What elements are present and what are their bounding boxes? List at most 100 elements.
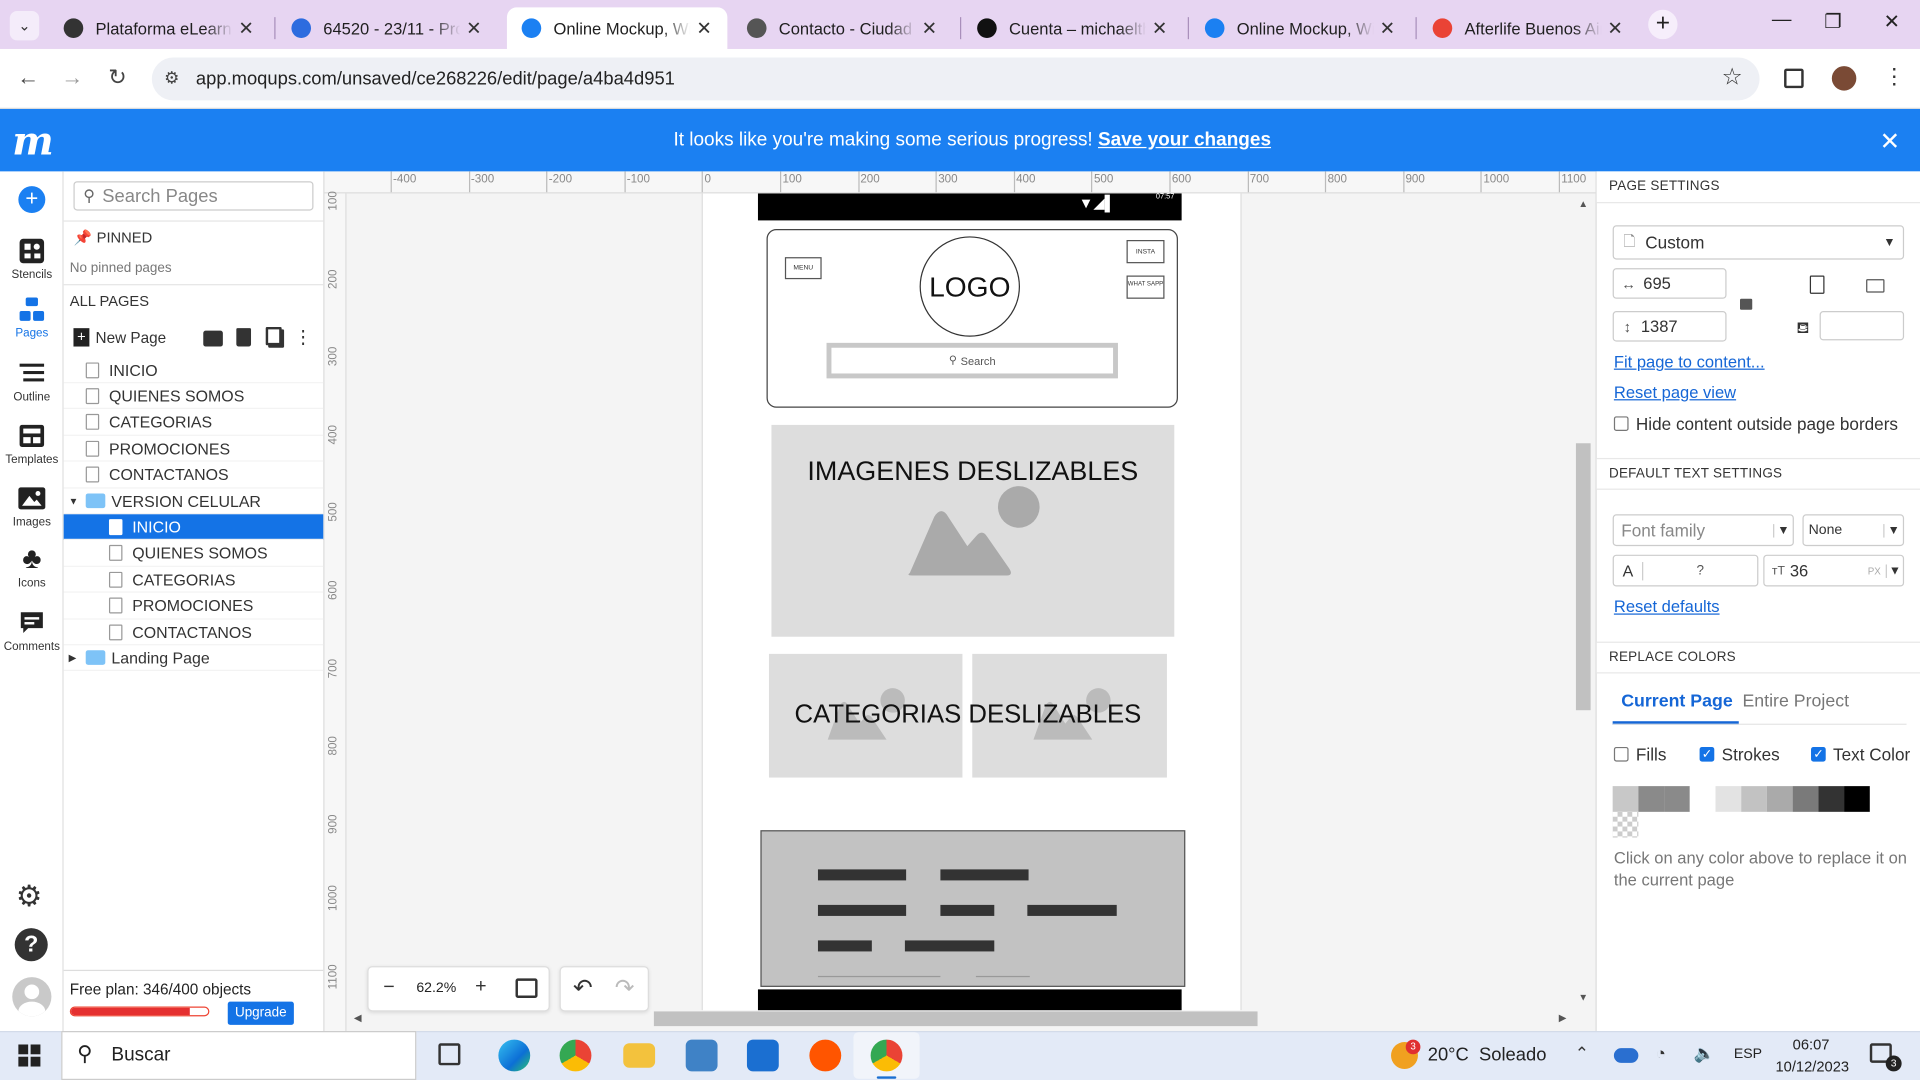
browser-tab[interactable]: Cuenta – michaeltho ✕ xyxy=(962,7,1182,49)
text-color-checkbox[interactable]: ✓ Text Color xyxy=(1811,744,1910,764)
page-item[interactable]: PROMOCIONES xyxy=(63,436,324,462)
onedrive-icon[interactable] xyxy=(1613,1048,1639,1063)
clock-time[interactable]: 06:07 xyxy=(1793,1036,1830,1053)
banner-close-icon[interactable]: ✕ xyxy=(1880,126,1901,157)
tab-search-button[interactable]: ⌄ xyxy=(9,11,40,41)
mockup-search-bar[interactable]: ⚲ Search xyxy=(826,342,1118,379)
site-info-icon[interactable]: ⚙ xyxy=(164,67,179,88)
settings-gear-icon[interactable]: ⚙ xyxy=(16,879,42,915)
search-pages-input[interactable]: ⚲ Search Pages xyxy=(73,181,314,211)
font-size-input[interactable]: тT 36 PX ▼ xyxy=(1763,554,1905,587)
scroll-right-icon[interactable]: ▶ xyxy=(1559,1013,1567,1024)
user-avatar-icon[interactable] xyxy=(12,977,52,1017)
menu-button[interactable]: MENU xyxy=(784,257,822,280)
volume-icon[interactable]: 🔈 xyxy=(1693,1043,1714,1064)
footer-block[interactable] xyxy=(760,830,1186,987)
page-item[interactable]: INICIO xyxy=(63,358,324,384)
vertical-scrollbar[interactable] xyxy=(1575,443,1591,711)
logo-circle[interactable]: LOGO xyxy=(919,236,1021,337)
color-swatch[interactable] xyxy=(1638,786,1665,812)
task-view-icon[interactable] xyxy=(438,1043,461,1066)
forward-icon[interactable]: → xyxy=(56,65,88,91)
zoom-out-button[interactable]: − xyxy=(383,977,394,999)
avatar[interactable] xyxy=(1831,66,1857,91)
help-icon[interactable]: ? xyxy=(14,928,48,962)
landscape-orientation-icon[interactable] xyxy=(1866,279,1885,293)
address-bar[interactable]: ⚙ app.moqups.com/unsaved/ce268226/edit/p… xyxy=(151,57,1760,101)
calculator-icon[interactable] xyxy=(685,1039,718,1072)
page-item[interactable]: QUIENES SOMOS xyxy=(63,541,324,567)
portrait-orientation-icon[interactable] xyxy=(1809,275,1825,294)
insta-button[interactable]: INSTA xyxy=(1126,240,1165,264)
strokes-checkbox[interactable]: ✓ Strokes xyxy=(1699,744,1780,764)
fit-screen-icon[interactable] xyxy=(515,978,538,998)
clock-date[interactable]: 10/12/2023 xyxy=(1776,1058,1850,1075)
tray-chevron-icon[interactable]: ⌃ xyxy=(1575,1043,1589,1064)
tab-close-icon[interactable]: ✕ xyxy=(460,17,487,39)
browser-tab[interactable]: Plataforma eLearning✕ xyxy=(49,7,269,49)
more-options-icon[interactable]: ⋮ xyxy=(294,326,312,348)
wifi-icon[interactable]: ◔ xyxy=(1656,1043,1666,1063)
fills-checkbox[interactable]: Fills xyxy=(1613,744,1666,764)
hide-outside-checkbox[interactable]: Hide content outside page borders xyxy=(1613,414,1898,433)
rail-pages[interactable]: Pages xyxy=(0,296,64,340)
page-artboard[interactable]: ▼◢▌ 07:57 MENU LOGO INSTA WHAT SAPP ⚲ Sea… xyxy=(701,193,1242,1011)
reset-defaults-link[interactable]: Reset defaults xyxy=(1614,598,1720,616)
page-size-dropdown[interactable]: 🗋 Custom ▼ xyxy=(1612,225,1905,260)
scroll-left-icon[interactable]: ◀ xyxy=(354,1013,362,1024)
color-swatch[interactable] xyxy=(1689,786,1716,812)
browser-tab[interactable]: Contacto - Ciudad M ✕ xyxy=(732,7,952,49)
edge-icon[interactable] xyxy=(498,1039,531,1072)
tab-current-page[interactable]: Current Page xyxy=(1621,692,1733,723)
background-color-input[interactable] xyxy=(1819,311,1905,341)
soundcloud-icon[interactable] xyxy=(809,1039,842,1072)
browser-tab[interactable]: 64520 - 23/11 - Proto✕ xyxy=(277,7,497,49)
reload-icon[interactable]: ↻ xyxy=(102,65,134,91)
upgrade-button[interactable]: Upgrade xyxy=(227,1001,294,1025)
restore-icon[interactable]: ❐ xyxy=(1815,10,1852,34)
file-explorer-icon[interactable] xyxy=(623,1043,656,1068)
tab-entire-project[interactable]: Entire Project xyxy=(1742,692,1849,712)
header-card[interactable]: MENU LOGO INSTA WHAT SAPP ⚲ Search xyxy=(766,228,1178,408)
rail-comments[interactable]: Comments xyxy=(0,610,64,654)
duplicate-icon[interactable] xyxy=(265,326,282,346)
chevron-down-icon[interactable]: ▼ xyxy=(69,495,84,506)
zoom-in-button[interactable]: + xyxy=(475,976,486,998)
lock-ratio-icon[interactable] xyxy=(1740,298,1753,310)
folder-landing-page[interactable]: ▶ Landing Page xyxy=(63,646,324,672)
windows-start-icon[interactable] xyxy=(18,1044,41,1067)
tab-close-icon[interactable]: ✕ xyxy=(1602,17,1629,39)
browser-tab[interactable]: Afterlife Buenos Aire ✕ xyxy=(1418,7,1638,49)
page-item[interactable]: INICIO xyxy=(63,514,324,541)
page-item[interactable]: QUIENES SOMOS xyxy=(63,384,324,410)
browser-tab[interactable]: Online Mockup, Wir ✕ xyxy=(1190,7,1410,49)
new-folder-icon[interactable] xyxy=(203,330,223,347)
color-swatch[interactable] xyxy=(1844,786,1870,812)
outlook-icon[interactable] xyxy=(746,1039,779,1072)
weather-text[interactable]: 20°C Soleado xyxy=(1428,1044,1547,1065)
taskbar-search[interactable]: ⚲ Buscar xyxy=(61,1031,417,1080)
page-item[interactable]: CATEGORIAS xyxy=(63,567,324,593)
tab-close-icon[interactable]: ✕ xyxy=(691,17,718,39)
color-swatch[interactable] xyxy=(1715,786,1742,812)
color-swatch[interactable] xyxy=(1612,786,1639,812)
back-icon[interactable]: ← xyxy=(12,65,44,91)
scroll-up-icon[interactable]: ▲ xyxy=(1578,198,1588,209)
rail-images[interactable]: Images xyxy=(0,485,64,529)
whatsapp-button[interactable]: WHAT SAPP xyxy=(1126,275,1165,299)
chrome-icon[interactable] xyxy=(559,1039,592,1072)
side-panel-icon[interactable] xyxy=(1784,68,1804,89)
rail-stencils[interactable]: Stencils xyxy=(0,238,64,282)
zoom-level[interactable]: 62.2% xyxy=(416,981,456,996)
page-item[interactable]: CONTACTANOS xyxy=(63,462,324,489)
page-height-input[interactable]: ↕ 1387 xyxy=(1612,311,1727,342)
language-indicator[interactable]: ESP xyxy=(1734,1047,1762,1062)
rail-templates[interactable]: Templates xyxy=(0,422,64,467)
reset-page-view-link[interactable]: Reset page view xyxy=(1614,383,1736,401)
redo-icon[interactable]: ↷ xyxy=(615,975,634,1003)
font-family-dropdown[interactable]: Font family ▼ xyxy=(1612,514,1794,547)
color-swatch[interactable] xyxy=(1664,786,1690,812)
rail-icons[interactable]: ♣ Icons xyxy=(0,544,64,590)
color-swatch[interactable] xyxy=(1741,786,1767,812)
fit-page-link[interactable]: Fit page to content... xyxy=(1614,353,1765,371)
